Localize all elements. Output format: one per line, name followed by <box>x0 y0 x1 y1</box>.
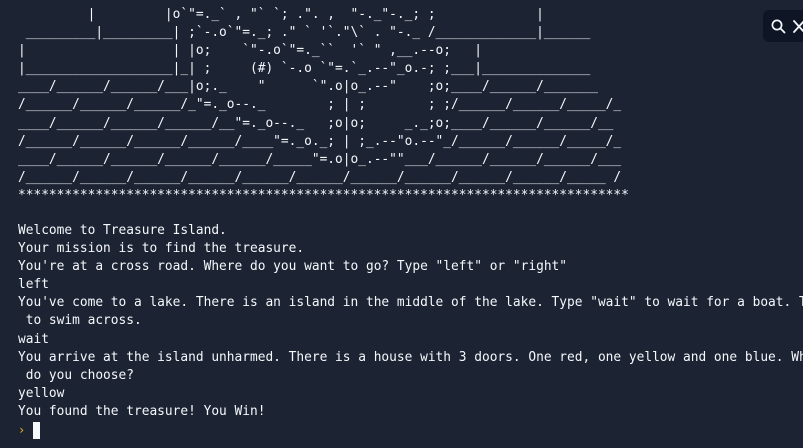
console-line-island-prompt-wrap: do you choose? <box>18 367 134 383</box>
console-line-result: You found the treasure! You Win! <box>18 403 266 419</box>
close-icon[interactable] <box>793 19 803 34</box>
console-lines: Welcome to Treasure Island. Your mission… <box>18 222 803 421</box>
text-cursor[interactable] <box>33 421 40 439</box>
ascii-art-banner: | |o`"=._` , "` `; .". , "-._"-._; ; | _… <box>18 7 629 203</box>
console-line-welcome: Welcome to Treasure Island. <box>18 223 227 238</box>
console-search-button[interactable] <box>763 10 803 42</box>
prompt-chevron-icon: › <box>18 423 26 437</box>
console-input-row[interactable]: › <box>18 420 40 440</box>
console-line-user-input: yellow <box>18 385 65 401</box>
console-line-mission: Your mission is to find the treasure. <box>18 241 305 257</box>
console-line-user-input: left <box>18 277 49 293</box>
console-line-lake-prompt: You've come to a lake. There is an islan… <box>18 295 803 311</box>
search-icon <box>771 19 786 34</box>
console-line-lake-prompt-wrap: to swim across. <box>18 313 142 329</box>
console-line-island-prompt: You arrive at the island unharmed. There… <box>18 349 803 365</box>
console-line-crossroad-prompt: You're at a cross road. Where do you wan… <box>18 259 568 275</box>
console-line-user-input: wait <box>18 331 49 347</box>
console-output[interactable]: | |o`"=._` , "` `; .". , "-._"-._; ; | _… <box>0 0 803 448</box>
